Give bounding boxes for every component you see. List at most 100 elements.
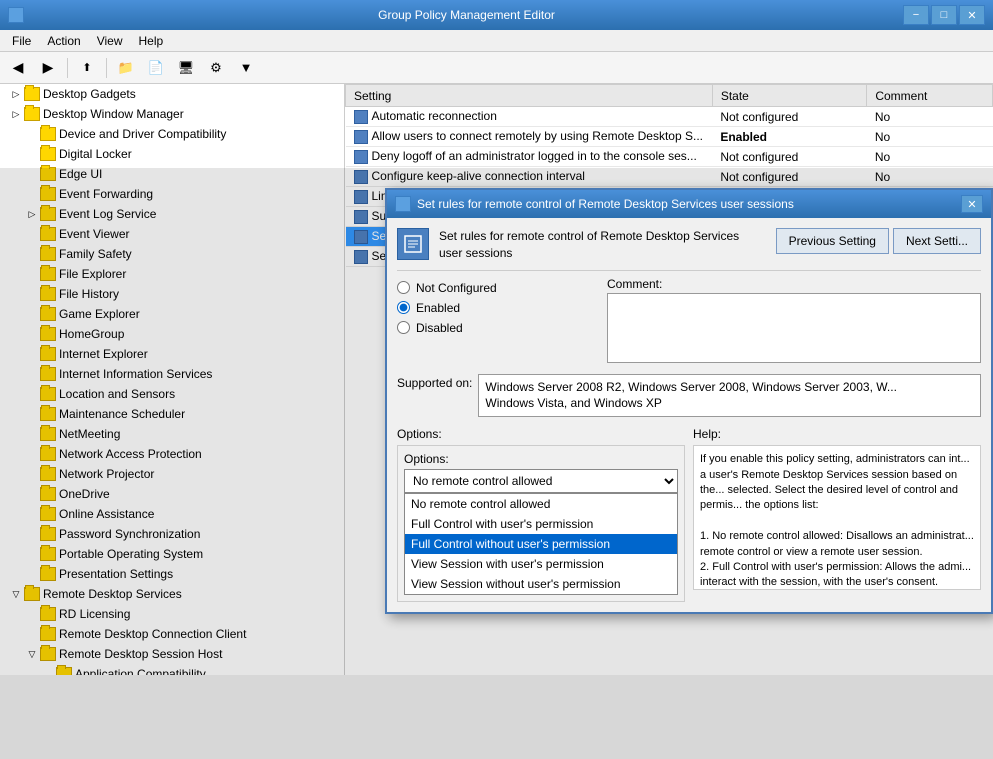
table-row[interactable]: Deny logoff of an administrator logged i… bbox=[346, 147, 993, 167]
tree-label: Device and Driver Compatibility bbox=[59, 127, 226, 141]
toolbar-back[interactable]: ◀ bbox=[4, 55, 32, 81]
cell-state: Not configured bbox=[712, 147, 867, 167]
prev-setting-button[interactable]: Previous Setting bbox=[776, 228, 889, 254]
minimize-button[interactable]: − bbox=[903, 5, 929, 25]
supported-text: Windows Server 2008 R2, Windows Server 2… bbox=[485, 380, 897, 394]
modal-content: Set rules for remote control of Remote D… bbox=[387, 218, 991, 612]
toolbar-settings[interactable]: ⚙ bbox=[202, 55, 230, 81]
dropdown-item-view-noperm[interactable]: View Session without user's permission bbox=[405, 574, 677, 594]
modal-separator-1 bbox=[397, 270, 981, 271]
col-header-setting[interactable]: Setting bbox=[346, 85, 713, 107]
cell-setting: Deny logoff of an administrator logged i… bbox=[346, 147, 713, 167]
cell-comment: No bbox=[867, 107, 993, 127]
window-controls: − □ ✕ bbox=[903, 5, 985, 25]
modal-dialog: Set rules for remote control of Remote D… bbox=[385, 188, 993, 614]
menu-file[interactable]: File bbox=[4, 32, 39, 50]
modal-close-button[interactable]: ✕ bbox=[961, 195, 983, 213]
app-icon bbox=[8, 7, 24, 23]
toolbar-up[interactable]: ⬆ bbox=[73, 55, 101, 81]
supported-box: Windows Server 2008 R2, Windows Server 2… bbox=[478, 374, 981, 418]
modal-title-icon bbox=[395, 196, 411, 212]
cell-state: Enabled bbox=[712, 127, 867, 147]
menu-bar: File Action View Help bbox=[0, 30, 993, 52]
cell-setting: Allow users to connect remotely by using… bbox=[346, 127, 713, 147]
radio-disabled-label: Disabled bbox=[416, 321, 463, 335]
modal-overlay: Set rules for remote control of Remote D… bbox=[0, 168, 993, 759]
setting-icon bbox=[354, 150, 368, 164]
remote-control-dropdown[interactable]: No remote control allowed Full Control w… bbox=[404, 469, 678, 493]
modal-right: Comment: bbox=[607, 277, 981, 366]
radio-not-configured-input[interactable] bbox=[397, 281, 410, 294]
dropdown-item-view-perm[interactable]: View Session with user's permission bbox=[405, 554, 677, 574]
help-box: If you enable this policy setting, admin… bbox=[693, 445, 981, 590]
radio-enabled[interactable]: Enabled bbox=[397, 301, 597, 315]
tree-item-desktop-window-manager[interactable]: ▷ Desktop Window Manager bbox=[0, 104, 344, 124]
tree-label: Desktop Gadgets bbox=[43, 87, 136, 101]
tree-label: Digital Locker bbox=[59, 147, 132, 161]
toolbar-folder[interactable]: 📁 bbox=[112, 55, 140, 81]
modal-title-bar: Set rules for remote control of Remote D… bbox=[387, 190, 991, 218]
toolbar: ◀ ▶ ⬆ 📁 📄 🖥 ⚙ ▼ bbox=[0, 52, 993, 84]
modal-left: Not Configured Enabled Disabled bbox=[397, 277, 597, 366]
toolbar-separator-2 bbox=[106, 58, 107, 78]
setting-icon bbox=[354, 130, 368, 144]
close-button[interactable]: ✕ bbox=[959, 5, 985, 25]
options-help-row: Options: Options: No remote control allo… bbox=[397, 427, 981, 602]
radio-group: Not Configured Enabled Disabled bbox=[397, 281, 597, 335]
folder-icon bbox=[40, 127, 56, 141]
menu-view[interactable]: View bbox=[89, 32, 131, 50]
maximize-button[interactable]: □ bbox=[931, 5, 957, 25]
col-header-state[interactable]: State bbox=[712, 85, 867, 107]
supported-text-2: Windows Vista, and Windows XP bbox=[485, 396, 662, 410]
supported-row: Supported on: Windows Server 2008 R2, Wi… bbox=[397, 374, 981, 418]
modal-setting-icon bbox=[397, 228, 429, 260]
cell-state: Not configured bbox=[712, 107, 867, 127]
folder-icon bbox=[24, 87, 40, 101]
comment-textarea[interactable] bbox=[607, 293, 981, 363]
toolbar-monitor[interactable]: 🖥 bbox=[172, 55, 200, 81]
next-setting-button[interactable]: Next Setti... bbox=[893, 228, 981, 254]
cell-comment: No bbox=[867, 127, 993, 147]
tree-item-desktop-gadgets[interactable]: ▷ Desktop Gadgets bbox=[0, 84, 344, 104]
options-inner-label: Options: bbox=[404, 452, 678, 466]
modal-title-text: Set rules for remote control of Remote D… bbox=[417, 197, 961, 211]
main-area: ▷ Desktop Gadgets ▷ Desktop Window Manag… bbox=[0, 84, 993, 675]
radio-enabled-label: Enabled bbox=[416, 301, 460, 315]
radio-not-configured[interactable]: Not Configured bbox=[397, 281, 597, 295]
table-row[interactable]: Allow users to connect remotely by using… bbox=[346, 127, 993, 147]
folder-icon bbox=[24, 107, 40, 121]
radio-disabled-input[interactable] bbox=[397, 321, 410, 334]
toolbar-doc[interactable]: 📄 bbox=[142, 55, 170, 81]
cell-setting: Automatic reconnection bbox=[346, 107, 713, 127]
expand-icon[interactable]: ▷ bbox=[8, 86, 24, 102]
dropdown-list: No remote control allowed Full Control w… bbox=[404, 493, 678, 595]
title-bar: Group Policy Management Editor − □ ✕ bbox=[0, 0, 993, 30]
radio-enabled-input[interactable] bbox=[397, 301, 410, 314]
window-title: Group Policy Management Editor bbox=[30, 8, 903, 22]
modal-nav-buttons: Previous Setting Next Setti... bbox=[776, 228, 981, 254]
setting-icon bbox=[354, 110, 368, 124]
toolbar-forward[interactable]: ▶ bbox=[34, 55, 62, 81]
menu-help[interactable]: Help bbox=[131, 32, 172, 50]
menu-action[interactable]: Action bbox=[39, 32, 88, 50]
radio-disabled[interactable]: Disabled bbox=[397, 321, 597, 335]
dropdown-item-full-control-noperm[interactable]: Full Control without user's permission bbox=[405, 534, 677, 554]
supported-label: Supported on: bbox=[397, 374, 472, 390]
expand-icon[interactable]: ▷ bbox=[8, 106, 24, 122]
toolbar-filter[interactable]: ▼ bbox=[232, 55, 260, 81]
modal-header-row: Set rules for remote control of Remote D… bbox=[397, 228, 981, 262]
radio-not-configured-label: Not Configured bbox=[416, 281, 497, 295]
folder-icon bbox=[40, 147, 56, 161]
tree-item-digital-locker[interactable]: Digital Locker bbox=[0, 144, 344, 164]
modal-body: Not Configured Enabled Disabled bbox=[397, 277, 981, 366]
help-label: Help: bbox=[693, 427, 981, 441]
dropdown-item-no-control[interactable]: No remote control allowed bbox=[405, 494, 677, 514]
options-outer-label: Options: bbox=[397, 427, 685, 441]
table-row[interactable]: Automatic reconnectionNot configuredNo bbox=[346, 107, 993, 127]
dropdown-item-full-control-perm[interactable]: Full Control with user's permission bbox=[405, 514, 677, 534]
tree-label: Desktop Window Manager bbox=[43, 107, 184, 121]
col-header-comment[interactable]: Comment bbox=[867, 85, 993, 107]
options-section: Options: Options: No remote control allo… bbox=[397, 427, 685, 602]
help-text: If you enable this policy setting, admin… bbox=[700, 453, 974, 590]
tree-item-device-driver-compat[interactable]: Device and Driver Compatibility bbox=[0, 124, 344, 144]
